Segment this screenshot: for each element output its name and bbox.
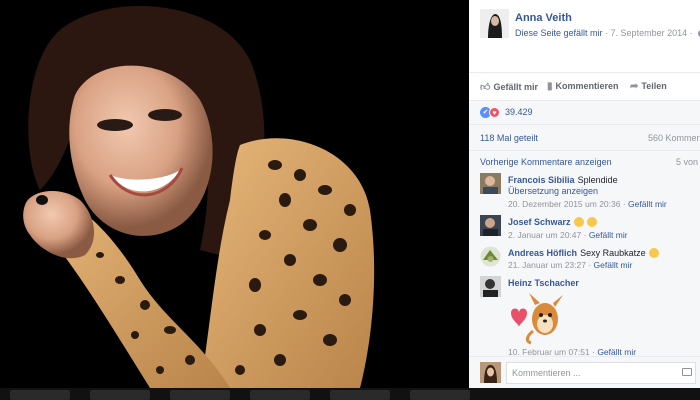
comment-time[interactable]: 2. Januar um 20:47	[508, 230, 581, 240]
comment-composer	[469, 356, 700, 388]
comment-body: Josef Schwarz	[508, 216, 597, 228]
comment-author[interactable]: Andreas Höflich	[508, 248, 577, 258]
commenter-avatar[interactable]	[480, 246, 501, 267]
comment-body: Heinz Tschacher	[508, 277, 579, 289]
comment-author[interactable]: Heinz Tschacher	[508, 278, 579, 288]
reaction-count[interactable]: 39.429	[505, 107, 533, 117]
filmstrip-thumb[interactable]	[170, 390, 230, 400]
share-button[interactable]: ➦ Teilen	[630, 81, 667, 92]
comments-list: Vorherige Kommentare anzeigen 5 von 560 …	[469, 150, 700, 357]
page-avatar[interactable]	[480, 9, 509, 38]
comment-input[interactable]	[506, 362, 696, 384]
post-photo[interactable]	[0, 0, 469, 388]
comment-like-link[interactable]: Gefällt mir	[628, 199, 667, 209]
commenter-avatar[interactable]	[480, 215, 501, 236]
sticker-image	[507, 291, 567, 346]
comment-text: Sexy Raubkatze	[580, 248, 646, 258]
commenter-avatar[interactable]	[480, 173, 501, 194]
heart-icon	[511, 308, 527, 327]
comment-icon: ▮	[547, 81, 553, 92]
share-arrow-icon: ➦	[630, 81, 639, 92]
shares-bar: 118 Mal geteilt 560 Kommentare	[469, 124, 700, 150]
comments-pagination: 5 von 560	[676, 157, 700, 167]
comment-body: Andreas Höflich Sexy Raubkatze	[508, 247, 659, 259]
heart-icon: ♥	[489, 107, 500, 118]
filmstrip-thumb[interactable]	[330, 390, 390, 400]
filmstrip-thumb[interactable]	[90, 390, 150, 400]
comment-time[interactable]: 20. Dezember 2015 um 20:36	[508, 199, 620, 209]
filmstrip-thumb[interactable]	[250, 390, 310, 400]
comment-meta: 21. Januar um 23:27 · Gefällt mir	[508, 260, 633, 270]
reactions-bar[interactable]: ✔ ♥ 39.429	[469, 100, 700, 124]
page-liked-label[interactable]: Diese Seite gefällt mir	[515, 28, 603, 38]
shares-link[interactable]: 118 Mal geteilt	[480, 133, 538, 143]
comment-count: 560 Kommentare	[648, 133, 700, 143]
comment-body: Francois Sibilia Splendide	[508, 174, 618, 186]
comment-button[interactable]: ▮ Kommentieren	[547, 81, 619, 92]
comment-time[interactable]: 21. Januar um 23:27	[508, 260, 586, 270]
photo-image	[0, 0, 469, 388]
post-header: Anna Veith Diese Seite gefällt mir · 7. …	[469, 0, 700, 70]
post-actions: 👍︎ Gefällt mir ▮ Kommentieren ➦ Teilen	[469, 72, 700, 100]
commenter-avatar[interactable]	[480, 276, 501, 297]
comment-meta: 2. Januar um 20:47 · Gefällt mir	[508, 230, 628, 240]
comment-like-link[interactable]: Gefällt mir	[589, 230, 628, 240]
smile-emoji-icon	[586, 217, 597, 227]
comment-like-link[interactable]: Gefällt mir	[594, 260, 633, 270]
post-date[interactable]: 7. September 2014	[611, 28, 688, 38]
translate-link[interactable]: Übersetzung anzeigen	[508, 186, 598, 196]
filmstrip-thumb[interactable]	[410, 390, 470, 400]
current-user-avatar[interactable]	[480, 362, 501, 383]
filmstrip-thumb[interactable]	[10, 390, 70, 400]
photo-filmstrip	[0, 388, 700, 400]
post-side-panel: Anna Veith Diese Seite gefällt mir · 7. …	[469, 0, 700, 388]
like-button[interactable]: 👍︎ Gefällt mir	[480, 81, 538, 93]
thumbs-up-icon: 👍︎	[480, 82, 491, 93]
camera-icon[interactable]	[682, 368, 692, 376]
kiss-emoji-icon	[648, 248, 659, 258]
comment-text: Splendide	[577, 175, 618, 185]
comment-meta: 20. Dezember 2015 um 20:36 · Gefällt mir	[508, 199, 667, 209]
previous-comments-link[interactable]: Vorherige Kommentare anzeigen	[480, 157, 612, 167]
smile-emoji-icon	[573, 217, 584, 227]
comment-author[interactable]: Josef Schwarz	[508, 217, 571, 227]
post-meta: Diese Seite gefällt mir · 7. September 2…	[515, 28, 700, 38]
page-name-link[interactable]: Anna Veith	[515, 12, 572, 24]
comment-author[interactable]: Francois Sibilia	[508, 175, 575, 185]
